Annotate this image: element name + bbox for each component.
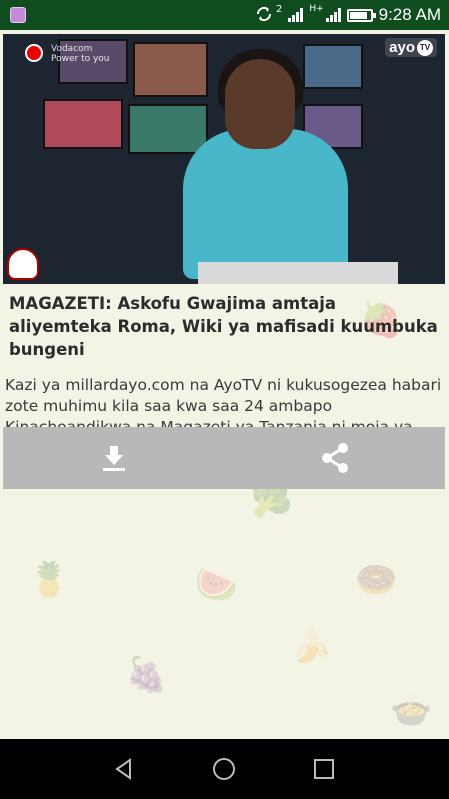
navigation-bar — [0, 739, 449, 799]
gallery-icon — [10, 7, 26, 23]
article-thumbnail[interactable]: Vodacom Power to you ayo TV — [3, 34, 445, 284]
article-card[interactable]: Vodacom Power to you ayo TV MAGAZETI: Ask… — [3, 34, 445, 459]
network-type: H+ — [309, 4, 324, 14]
feed[interactable]: 🍓 🥦 🍍 🍉 🍩 🍌 🍇 🍲 Vodacom Power to you ayo… — [0, 30, 449, 739]
donut-doodle-icon: 🍩 — [355, 560, 398, 600]
vodacom-logo — [25, 44, 43, 62]
clock: 9:28 AM — [378, 5, 441, 24]
banana-doodle-icon: 🍌 — [290, 625, 333, 665]
home-icon — [213, 758, 235, 780]
share-icon — [321, 443, 348, 473]
recents-icon — [314, 759, 334, 779]
pineapple-doodle-icon: 🍍 — [28, 560, 71, 600]
status-icons: 2 H+ 9:28 AM — [255, 3, 441, 25]
signal-icon — [288, 8, 304, 22]
sync-count: 2 — [275, 3, 283, 15]
download-button[interactable] — [3, 427, 224, 489]
home-button[interactable] — [208, 753, 240, 785]
food-doodle-icon: 🍲 — [390, 690, 433, 730]
channel-badge-icon — [7, 248, 39, 280]
back-button[interactable] — [108, 753, 140, 785]
battery-icon — [346, 8, 376, 22]
recents-button[interactable] — [308, 753, 340, 785]
download-icon — [102, 446, 125, 471]
watermelon-doodle-icon: 🍉 — [195, 565, 238, 605]
signal-icon — [325, 8, 341, 22]
back-icon — [115, 758, 131, 780]
article-title[interactable]: MAGAZETI: Askofu Gwajima amtaja aliyemte… — [3, 284, 445, 361]
share-button[interactable] — [224, 427, 445, 489]
vodacom-watermark: Vodacom Power to you — [51, 44, 110, 64]
ayotv-logo: ayo TV — [385, 38, 437, 58]
sync-icon — [255, 6, 273, 25]
grapes-doodle-icon: 🍇 — [125, 655, 168, 695]
status-bar: 2 H+ 9:28 AM — [0, 0, 449, 30]
article-action-bar — [3, 427, 445, 489]
